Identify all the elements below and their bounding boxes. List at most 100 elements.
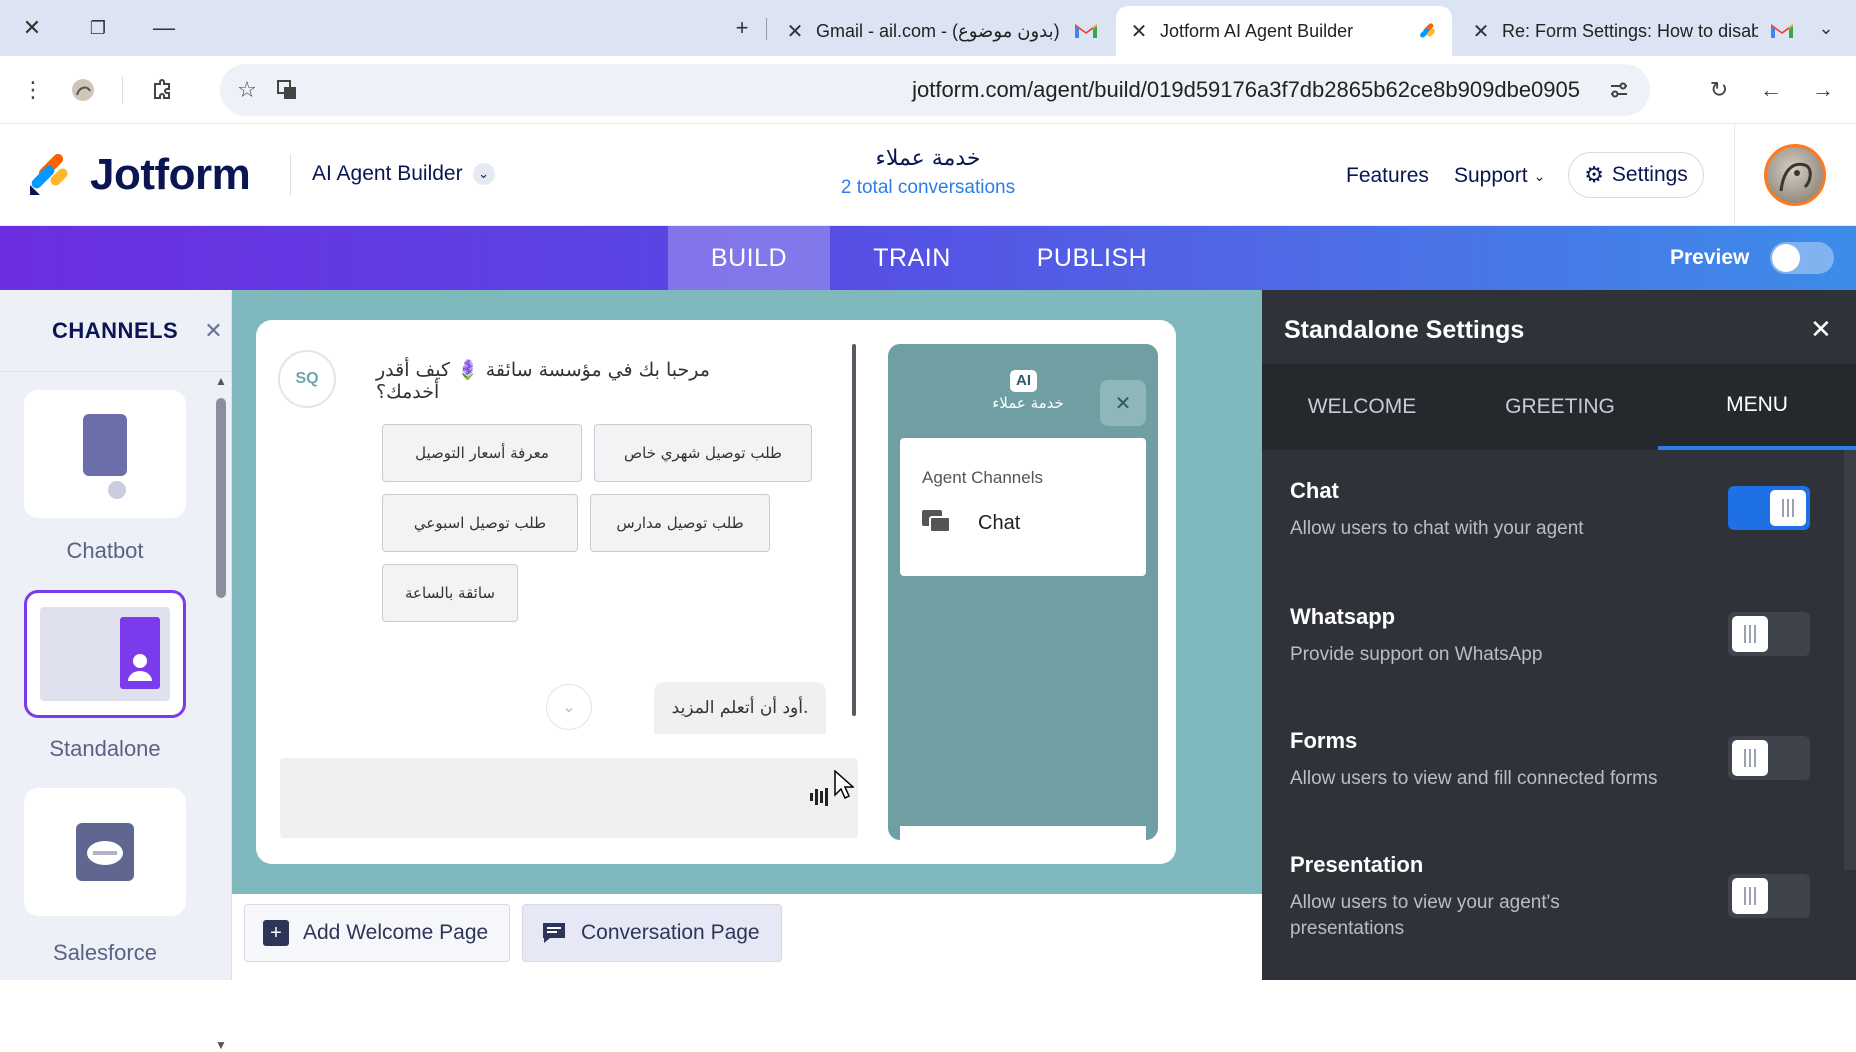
- conversation-count[interactable]: 2 total conversations: [780, 177, 1076, 199]
- whatsapp-toggle[interactable]: [1728, 612, 1810, 656]
- sidebar-scrollbar[interactable]: ▲ ▼: [212, 374, 230, 1052]
- panel-tabs: WELCOME GREETING MENU: [1262, 364, 1856, 450]
- close-sidebar-icon[interactable]: ✕: [204, 318, 222, 344]
- toggle-knob: [1772, 244, 1800, 272]
- channel-menu-preview: AI خدمة عملاء ✕ Agent Channels Chat: [888, 344, 1158, 840]
- voice-input-icon[interactable]: [810, 788, 828, 806]
- close-tab-icon[interactable]: ✕: [1124, 19, 1154, 44]
- back-arrow-icon[interactable]: ←: [1754, 73, 1788, 107]
- channel-card-standalone[interactable]: [24, 590, 186, 718]
- mouse-cursor-icon: [834, 770, 854, 800]
- choice-button[interactable]: طلب توصيل شهري خاص: [594, 424, 812, 482]
- scrollbar-thumb[interactable]: [216, 398, 226, 598]
- browser-tab-gmail-2[interactable]: ✕ Re: Form Settings: How to disab: [1466, 6, 1806, 56]
- extension-avatar-icon[interactable]: [66, 73, 100, 107]
- channel-item-chat[interactable]: Chat: [922, 510, 1020, 536]
- site-settings-icon[interactable]: [1602, 73, 1636, 107]
- agent-avatar: SQ: [278, 350, 336, 408]
- forward-arrow-icon[interactable]: →: [1806, 73, 1840, 107]
- greeting-message: مرحبا بك في مؤسسة سائقة 🪻 كيف أقدر أخدمك…: [376, 359, 710, 403]
- conversation-page-button[interactable]: Conversation Page: [522, 904, 782, 962]
- browser-menu-icon[interactable]: ⋮: [16, 73, 50, 107]
- close-tab-icon[interactable]: ✕: [1466, 19, 1496, 44]
- close-tab-icon[interactable]: ✕: [780, 19, 810, 44]
- close-icon[interactable]: ✕: [1100, 380, 1146, 426]
- tab-title: Jotform AI Agent Builder: [1160, 20, 1354, 41]
- tab-greeting[interactable]: GREETING: [1462, 364, 1658, 450]
- row-title-whatsapp: Whatsapp: [1290, 604, 1396, 629]
- preview-toggle[interactable]: [1770, 242, 1834, 274]
- browser-toolbar: ⋮ ☆ jotform.com/agent/build/019d59176a3f…: [0, 56, 1856, 124]
- presentation-toggle[interactable]: [1728, 874, 1810, 918]
- tab-title: Re: Form Settings: How to disab: [1502, 20, 1758, 41]
- new-tab-icon[interactable]: +: [724, 10, 760, 46]
- minimize-window-icon[interactable]: —: [146, 10, 182, 46]
- row-title-chat: Chat: [1290, 478, 1339, 503]
- product-dropdown[interactable]: AI Agent Builder ⌄: [312, 162, 495, 186]
- toggle-knob: [1732, 740, 1768, 776]
- close-window-icon[interactable]: ✕: [14, 10, 50, 46]
- user-message-bubble: .أود أن أتعلم المزيد: [654, 682, 826, 734]
- translate-icon[interactable]: [270, 73, 304, 107]
- choice-button[interactable]: سائقة بالساعة: [382, 564, 518, 622]
- row-desc-whatsapp: Provide support on WhatsApp: [1290, 644, 1543, 665]
- chat-toggle[interactable]: [1728, 486, 1810, 530]
- panel-scrollbar[interactable]: [1844, 450, 1856, 870]
- forms-toggle[interactable]: [1728, 736, 1810, 780]
- conversation-label: Conversation Page: [581, 921, 760, 944]
- plus-icon: +: [263, 920, 289, 946]
- channel-card-salesforce[interactable]: [24, 788, 186, 916]
- sidebar-item-label: Chatbot: [66, 538, 144, 563]
- tab-separator: [766, 18, 767, 40]
- agent-channels-list: Agent Channels Chat: [900, 438, 1146, 576]
- standalone-channel-icon: [40, 607, 170, 701]
- scroll-down-icon[interactable]: ⌄: [546, 684, 592, 730]
- ai-badge: AI: [1010, 370, 1037, 392]
- jotform-logo[interactable]: Jotform: [28, 150, 251, 200]
- channel-card-chatbot[interactable]: [24, 390, 186, 518]
- reload-icon[interactable]: ↻: [1702, 73, 1736, 107]
- close-panel-icon[interactable]: ✕: [1810, 314, 1832, 345]
- tab-train[interactable]: TRAIN: [830, 226, 994, 290]
- chat-scrollbar[interactable]: [852, 344, 856, 716]
- tab-menu[interactable]: MENU: [1658, 364, 1856, 450]
- toolbar-separator: [122, 76, 123, 104]
- browser-tab-gmail-1[interactable]: ✕ (بدون موضوع) - Gmail - ail.com: [780, 6, 1110, 56]
- gear-icon: ⚙: [1584, 162, 1604, 187]
- gmail-icon: [1075, 24, 1097, 38]
- product-label: AI Agent Builder: [312, 162, 463, 185]
- header-separator: [290, 154, 291, 196]
- panel-title: Standalone Settings: [1284, 316, 1525, 344]
- address-bar[interactable]: ☆ jotform.com/agent/build/019d59176a3f7d…: [220, 64, 1650, 116]
- tab-title: (بدون موضوع) - Gmail - ail.com: [816, 20, 1060, 41]
- features-link[interactable]: Features: [1346, 164, 1429, 188]
- canvas-bottom-bar: + Add Welcome Page Conversation Page: [232, 894, 1262, 980]
- row-title-presentation: Presentation: [1290, 852, 1424, 877]
- choice-button[interactable]: طلب توصيل اسبوعي: [382, 494, 578, 552]
- toggle-knob: [1770, 490, 1806, 526]
- browser-tab-jotform[interactable]: ✕ Jotform AI Agent Builder: [1116, 6, 1452, 56]
- tab-publish[interactable]: PUBLISH: [994, 226, 1190, 290]
- choice-button[interactable]: طلب توصيل مدارس: [590, 494, 770, 552]
- add-welcome-page-button[interactable]: + Add Welcome Page: [244, 904, 510, 962]
- tab-welcome[interactable]: WELCOME: [1262, 364, 1462, 450]
- channel-item-label: Chat: [978, 511, 1021, 534]
- avatar[interactable]: [1764, 144, 1826, 206]
- sidebar-item-label: Standalone: [49, 736, 161, 761]
- extensions-puzzle-icon[interactable]: [146, 73, 180, 107]
- builder-nav: BUILD TRAIN PUBLISH Preview: [0, 226, 1856, 290]
- builder-canvas: SQ مرحبا بك في مؤسسة سائقة 🪻 كيف أقدر أخ…: [232, 290, 1262, 894]
- tab-build[interactable]: BUILD: [668, 226, 830, 290]
- sidebar-title: CHANNELS: [52, 317, 179, 343]
- mini-agent-name: خدمة عملاء: [992, 394, 1064, 412]
- choice-button[interactable]: معرفة أسعار التوصيل: [382, 424, 582, 482]
- bookmark-star-icon[interactable]: ☆: [230, 73, 264, 107]
- agent-title-block: خدمة عملاء 2 total conversations: [780, 146, 1076, 199]
- sidebar-item-label: Salesforce: [53, 940, 157, 965]
- support-dropdown[interactable]: Support ⌄: [1454, 164, 1545, 188]
- tab-list-chevron-icon[interactable]: ⌄: [1808, 10, 1844, 46]
- chat-input[interactable]: [280, 758, 858, 838]
- settings-button[interactable]: ⚙ Settings: [1568, 152, 1704, 198]
- restore-window-icon[interactable]: ❐: [80, 10, 116, 46]
- chevron-down-icon: ⌄: [472, 163, 495, 185]
